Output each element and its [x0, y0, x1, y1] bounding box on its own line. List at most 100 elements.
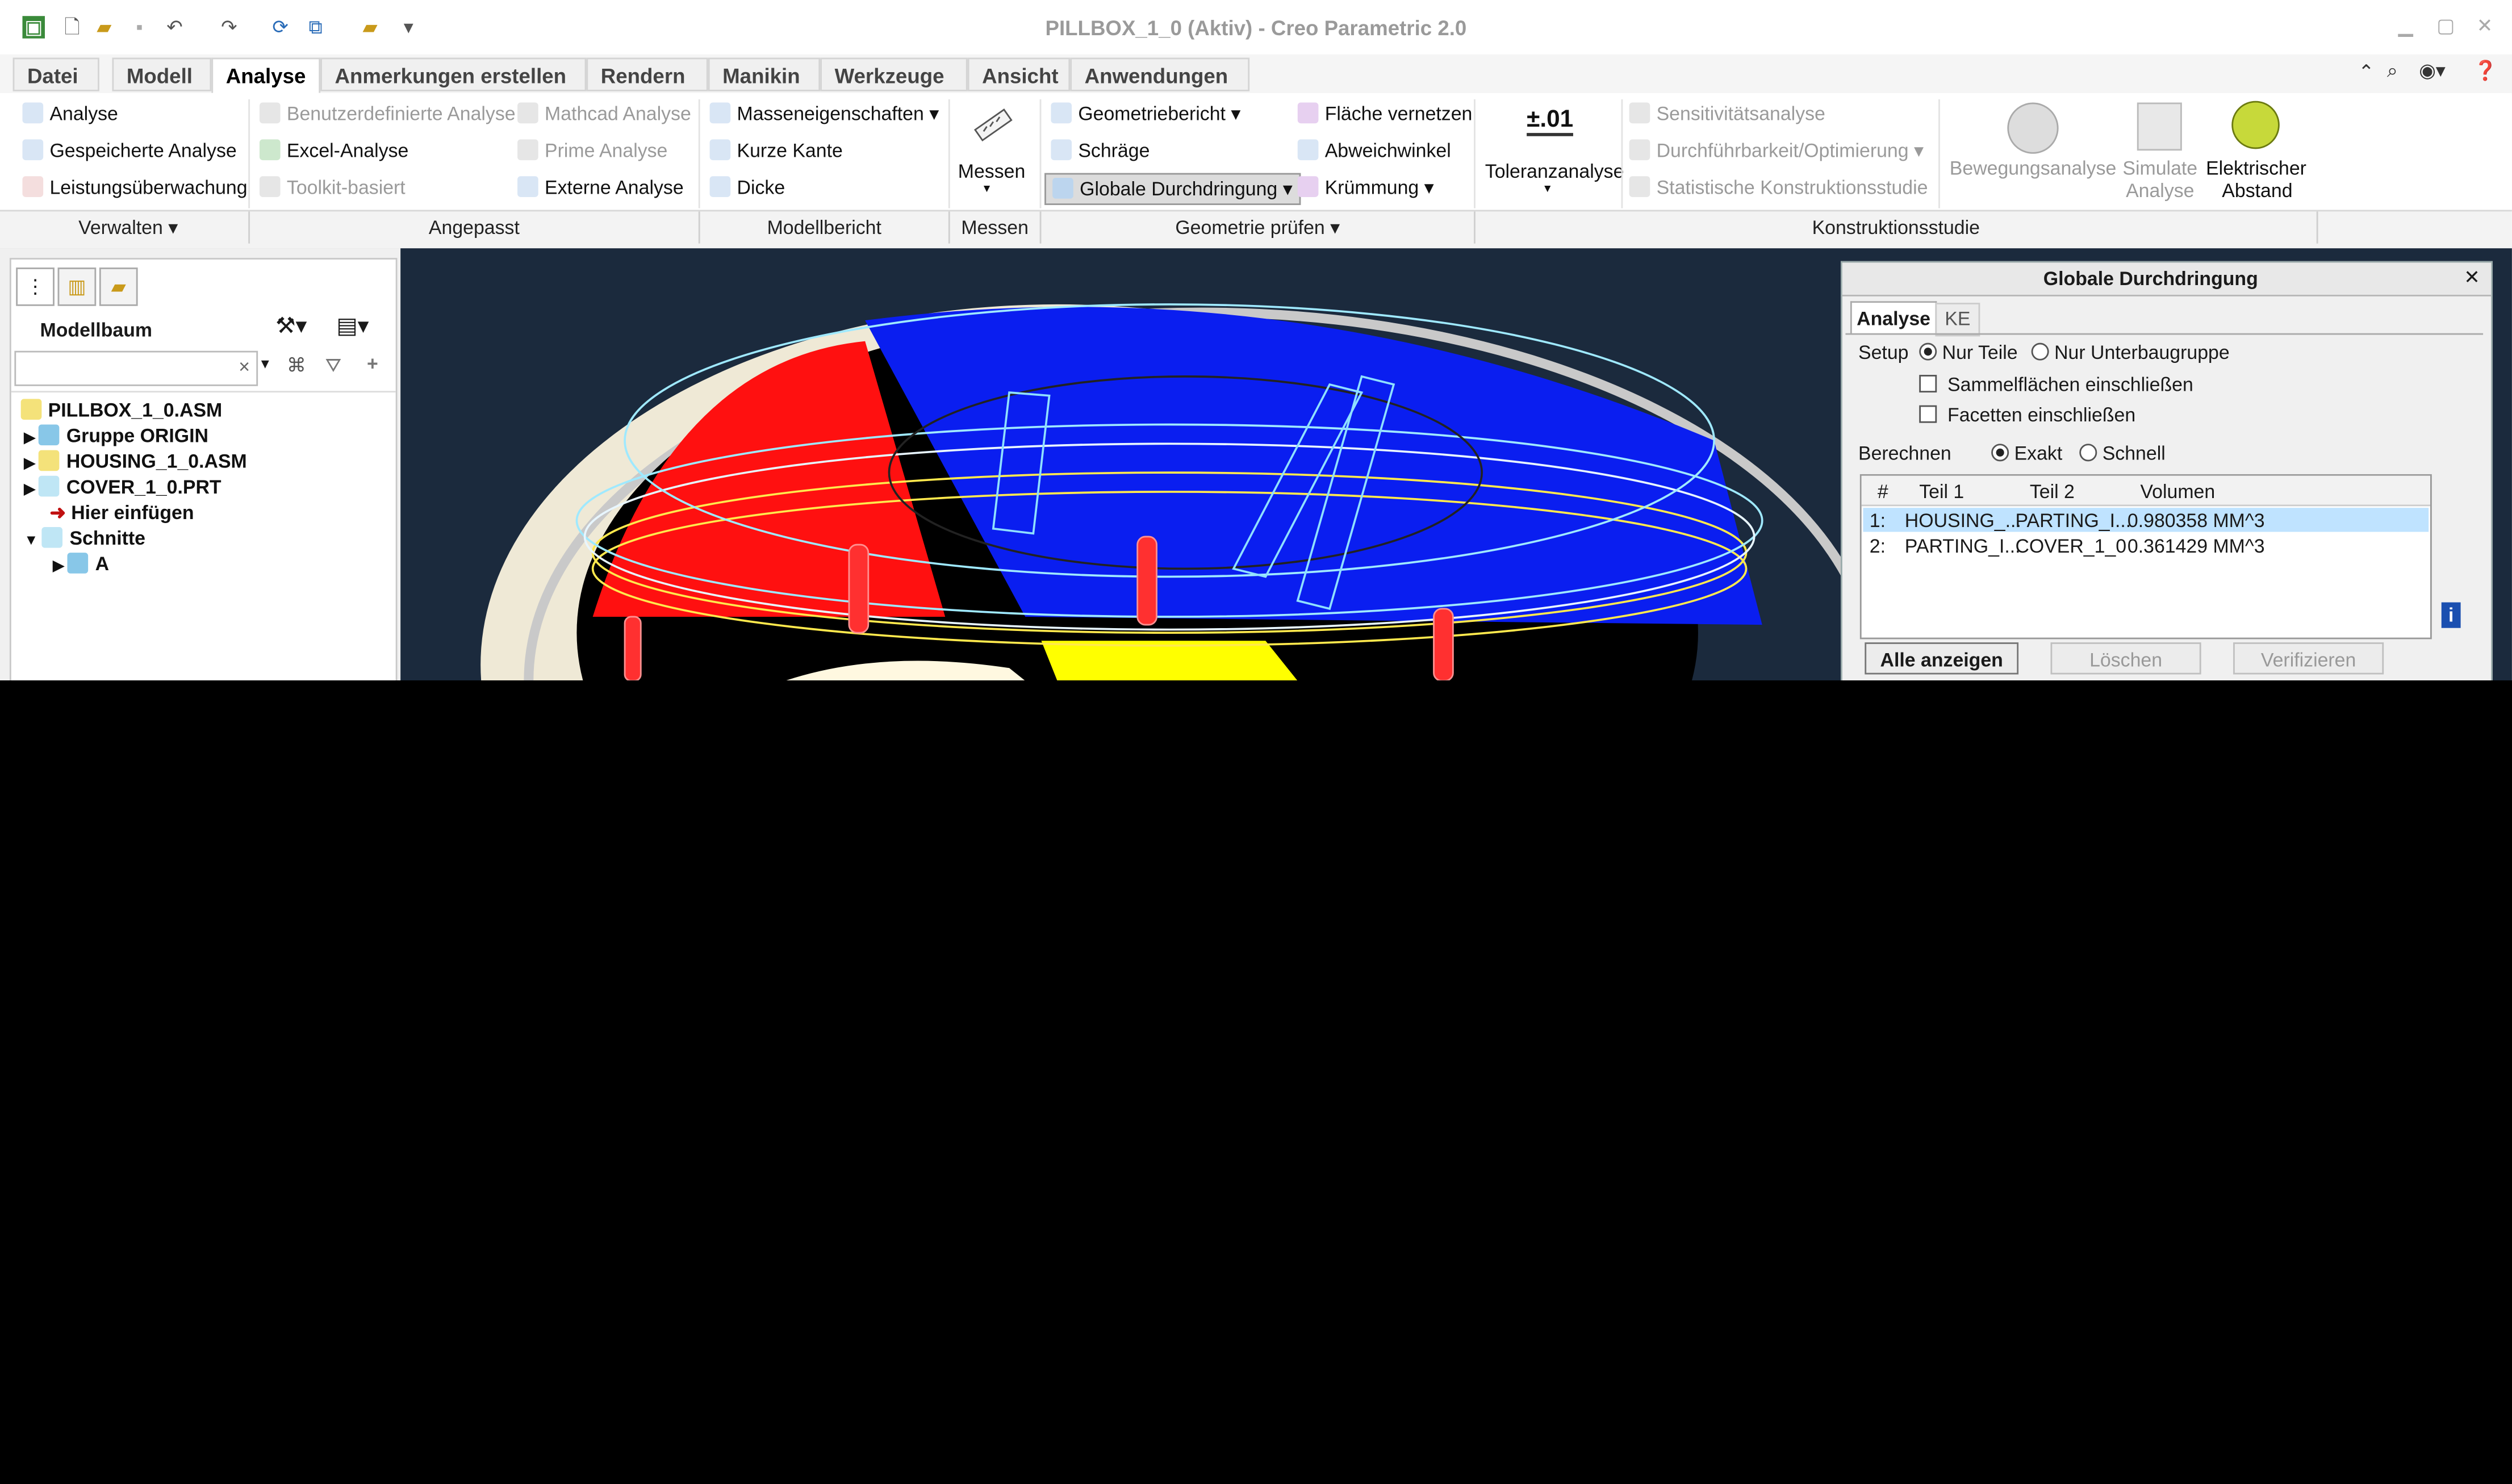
- table-row[interactable]: 1: HOUSING_... PARTING_I... 0.980358 MM^…: [1863, 508, 2429, 532]
- tree-item-root[interactable]: PILLBOX_1_0.ASM: [20, 399, 223, 421]
- part-icon: [39, 475, 60, 497]
- radio-schnell[interactable]: Schnell: [2079, 442, 2166, 465]
- expand-icon[interactable]: ▶: [24, 480, 39, 496]
- tree-item-cover[interactable]: ▶ COVER_1_0.PRT: [24, 475, 221, 498]
- checkbox-sammelflaechen[interactable]: Sammelflächen einschließen: [1919, 373, 2193, 396]
- flaeche-vernetzen-button[interactable]: Fläche vernetzen: [1297, 102, 1472, 125]
- schraege-button[interactable]: Schräge: [1051, 139, 1150, 162]
- close-icon[interactable]: ✕: [2477, 14, 2493, 36]
- tab-dialog-analyse[interactable]: Analyse: [1850, 301, 1937, 335]
- tab-dialog-ke[interactable]: KE: [1935, 303, 1980, 337]
- tab-anwendungen[interactable]: Anwendungen: [1070, 57, 1250, 91]
- analyse-button[interactable]: Analyse: [22, 102, 118, 125]
- messen-dropdown-icon[interactable]: ▾: [984, 181, 990, 195]
- elektrischer-abstand-button[interactable]: Elektrischer: [2206, 157, 2306, 179]
- tree-item-insert-here[interactable]: ➜ Hier einfügen: [49, 501, 194, 524]
- leistung-button[interactable]: Leistungsüberwachung: [22, 176, 248, 199]
- statistische-button[interactable]: Statistische Konstruktionsstudie: [1629, 176, 1928, 199]
- globale-durchdringung-button[interactable]: Globale Durchdringung ▾: [1044, 173, 1301, 206]
- table-row[interactable]: 2: PARTING_I... COVER_1_0 0.361429 MM^3: [1863, 533, 2429, 557]
- minimize-icon[interactable]: ▁: [2398, 14, 2413, 36]
- divider: [1039, 99, 1042, 208]
- mathcad-button[interactable]: Mathcad Analyse: [517, 102, 691, 125]
- draft-icon: [1051, 139, 1072, 161]
- externe-analyse-button[interactable]: Externe Analyse: [517, 176, 684, 199]
- info-icon[interactable]: i: [2441, 602, 2461, 628]
- benutzerdefinierte-button[interactable]: Benutzerdefinierte Analyse: [259, 102, 516, 125]
- tab-modell[interactable]: Modell: [112, 57, 212, 91]
- radio-exakt[interactable]: Exakt: [1991, 442, 2062, 465]
- durchfuehrbarkeit-button[interactable]: Durchführbarkeit/Optimierung ▾: [1629, 139, 1924, 162]
- mass-icon: [709, 102, 731, 124]
- delete-button[interactable]: Löschen: [2050, 642, 2201, 675]
- kruemmung-button[interactable]: Krümmung ▾: [1297, 176, 1434, 199]
- radio-nur-teile[interactable]: Nur Teile: [1919, 341, 2018, 363]
- layers-tab-icon[interactable]: ▥: [57, 267, 97, 306]
- checkbox-facetten[interactable]: Facetten einschließen: [1919, 404, 2135, 426]
- dialog-close-icon[interactable]: ✕: [2464, 266, 2480, 288]
- settings-icon[interactable]: ⚒▾: [275, 312, 307, 340]
- toolkit-icon: [259, 176, 281, 197]
- folder-tab-icon[interactable]: ▰: [99, 267, 138, 306]
- toleranzanalyse-button[interactable]: Toleranzanalyse: [1485, 160, 1624, 182]
- tab-analyse[interactable]: Analyse: [211, 57, 321, 95]
- tolerance-icon[interactable]: ±.01: [1527, 106, 1574, 136]
- expand-icon[interactable]: ▶: [24, 429, 39, 445]
- search-input[interactable]: ×: [14, 350, 258, 386]
- search-dropdown-icon[interactable]: ▾: [261, 356, 269, 373]
- tree-item-section-a[interactable]: ▶ A: [53, 553, 109, 575]
- masseneigenschaften-button[interactable]: Masseneigenschaften ▾: [709, 102, 939, 125]
- tab-datei[interactable]: Datei ▾: [12, 57, 99, 122]
- tree-item-housing[interactable]: ▶ HOUSING_1_0.ASM: [24, 450, 247, 473]
- tab-ansicht[interactable]: Ansicht: [967, 57, 1071, 91]
- divider: [1845, 333, 2484, 335]
- gespeicherte-analyse-button[interactable]: Gespeicherte Analyse: [22, 139, 237, 162]
- sensitivitaet-button[interactable]: Sensitivitätsanalyse: [1629, 102, 1825, 125]
- find-icon[interactable]: ⌘: [287, 354, 306, 376]
- ruler-icon[interactable]: [971, 103, 1015, 148]
- add-icon[interactable]: +: [367, 353, 378, 375]
- kurze-kante-button[interactable]: Kurze Kante: [709, 139, 843, 162]
- tab-manikin[interactable]: Manikin: [708, 57, 821, 91]
- prime-button[interactable]: Prime Analyse: [517, 139, 667, 162]
- divider: [1938, 99, 1940, 208]
- group-verwalten[interactable]: Verwalten ▾: [32, 216, 224, 239]
- tree-item-schnitte[interactable]: ▼ Schnitte: [24, 527, 145, 550]
- group-angepasst: Angepasst: [428, 216, 520, 239]
- tree-item-group-origin[interactable]: ▶ Gruppe ORIGIN: [24, 424, 208, 447]
- show-all-button[interactable]: Alle anzeigen: [1865, 642, 2019, 675]
- mesh-icon: [1297, 102, 1319, 124]
- abweichwinkel-button[interactable]: Abweichwinkel: [1297, 139, 1451, 162]
- search-icon[interactable]: ⌕: [2387, 59, 2398, 83]
- expand-icon[interactable]: ▶: [53, 558, 68, 574]
- geometriebericht-button[interactable]: Geometriebericht ▾: [1051, 102, 1240, 125]
- tab-anmerkungen[interactable]: Anmerkungen erstellen: [320, 57, 587, 91]
- collapse-icon[interactable]: ▼: [24, 532, 42, 547]
- group-geometrie-pruefen[interactable]: Geometrie prüfen ▾: [1041, 216, 1474, 239]
- community-icon[interactable]: ◉▾: [2419, 59, 2446, 81]
- dicke-button[interactable]: Dicke: [709, 176, 785, 199]
- excel-analyse-button[interactable]: Excel-Analyse: [259, 139, 408, 162]
- toolkit-button[interactable]: Toolkit-basiert: [259, 176, 406, 199]
- help-icon[interactable]: ❓: [2473, 59, 2497, 81]
- toleranz-dropdown-icon[interactable]: ▾: [1544, 181, 1550, 195]
- model-tree-tab-icon[interactable]: ⋮: [16, 267, 55, 306]
- maximize-icon[interactable]: ▢: [2436, 14, 2455, 36]
- electrical-clearance-icon: [2231, 101, 2280, 149]
- show-icon[interactable]: ▤▾: [336, 312, 369, 340]
- clear-icon[interactable]: ×: [239, 356, 250, 378]
- filter-icon[interactable]: ⛛: [325, 354, 341, 378]
- expand-icon[interactable]: ▶: [24, 455, 39, 471]
- simulate-button[interactable]: Simulate: [2122, 157, 2197, 179]
- section-icon: [68, 553, 89, 574]
- messen-button[interactable]: Messen: [958, 160, 1026, 182]
- bewegungsanalyse-button[interactable]: Bewegungsanalyse: [1950, 157, 2117, 179]
- section-folder-icon: [42, 527, 64, 548]
- minimize-ribbon-icon[interactable]: ⌃: [2358, 61, 2374, 83]
- assembly-icon: [20, 399, 42, 420]
- radio-nur-unterbaugruppe[interactable]: Nur Unterbaugruppe: [2031, 341, 2230, 363]
- verify-button[interactable]: Verifizieren: [2233, 642, 2384, 675]
- tab-werkzeuge[interactable]: Werkzeuge: [820, 57, 968, 91]
- excel-icon: [259, 139, 281, 161]
- tab-rendern[interactable]: Rendern: [586, 57, 708, 91]
